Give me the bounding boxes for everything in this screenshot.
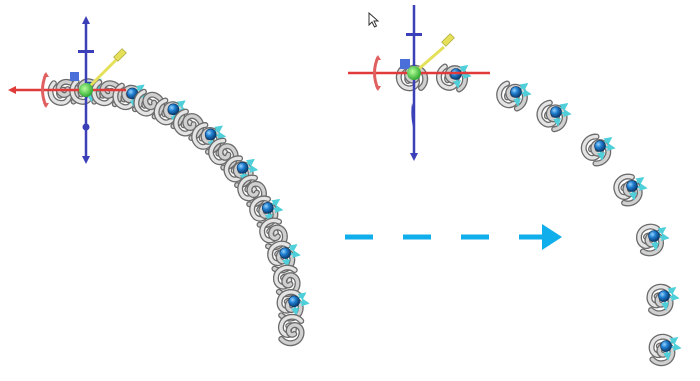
- scene-canvas[interactable]: [0, 0, 700, 381]
- panel-before-ornament-chain: [50, 80, 308, 344]
- 3d-viewport[interactable]: [0, 0, 700, 381]
- gizmo-center[interactable]: [407, 66, 421, 80]
- panel-after-ornament-chain: [399, 66, 680, 364]
- gizmo-plane-handle[interactable]: [400, 59, 410, 69]
- transform-gizmo-icon[interactable]: [8, 16, 127, 164]
- gizmo-plane-handle[interactable]: [70, 72, 79, 81]
- gizmo-center[interactable]: [79, 83, 93, 97]
- dashed-arrow-right-icon: [345, 224, 562, 250]
- mouse-pointer-icon: [368, 12, 380, 28]
